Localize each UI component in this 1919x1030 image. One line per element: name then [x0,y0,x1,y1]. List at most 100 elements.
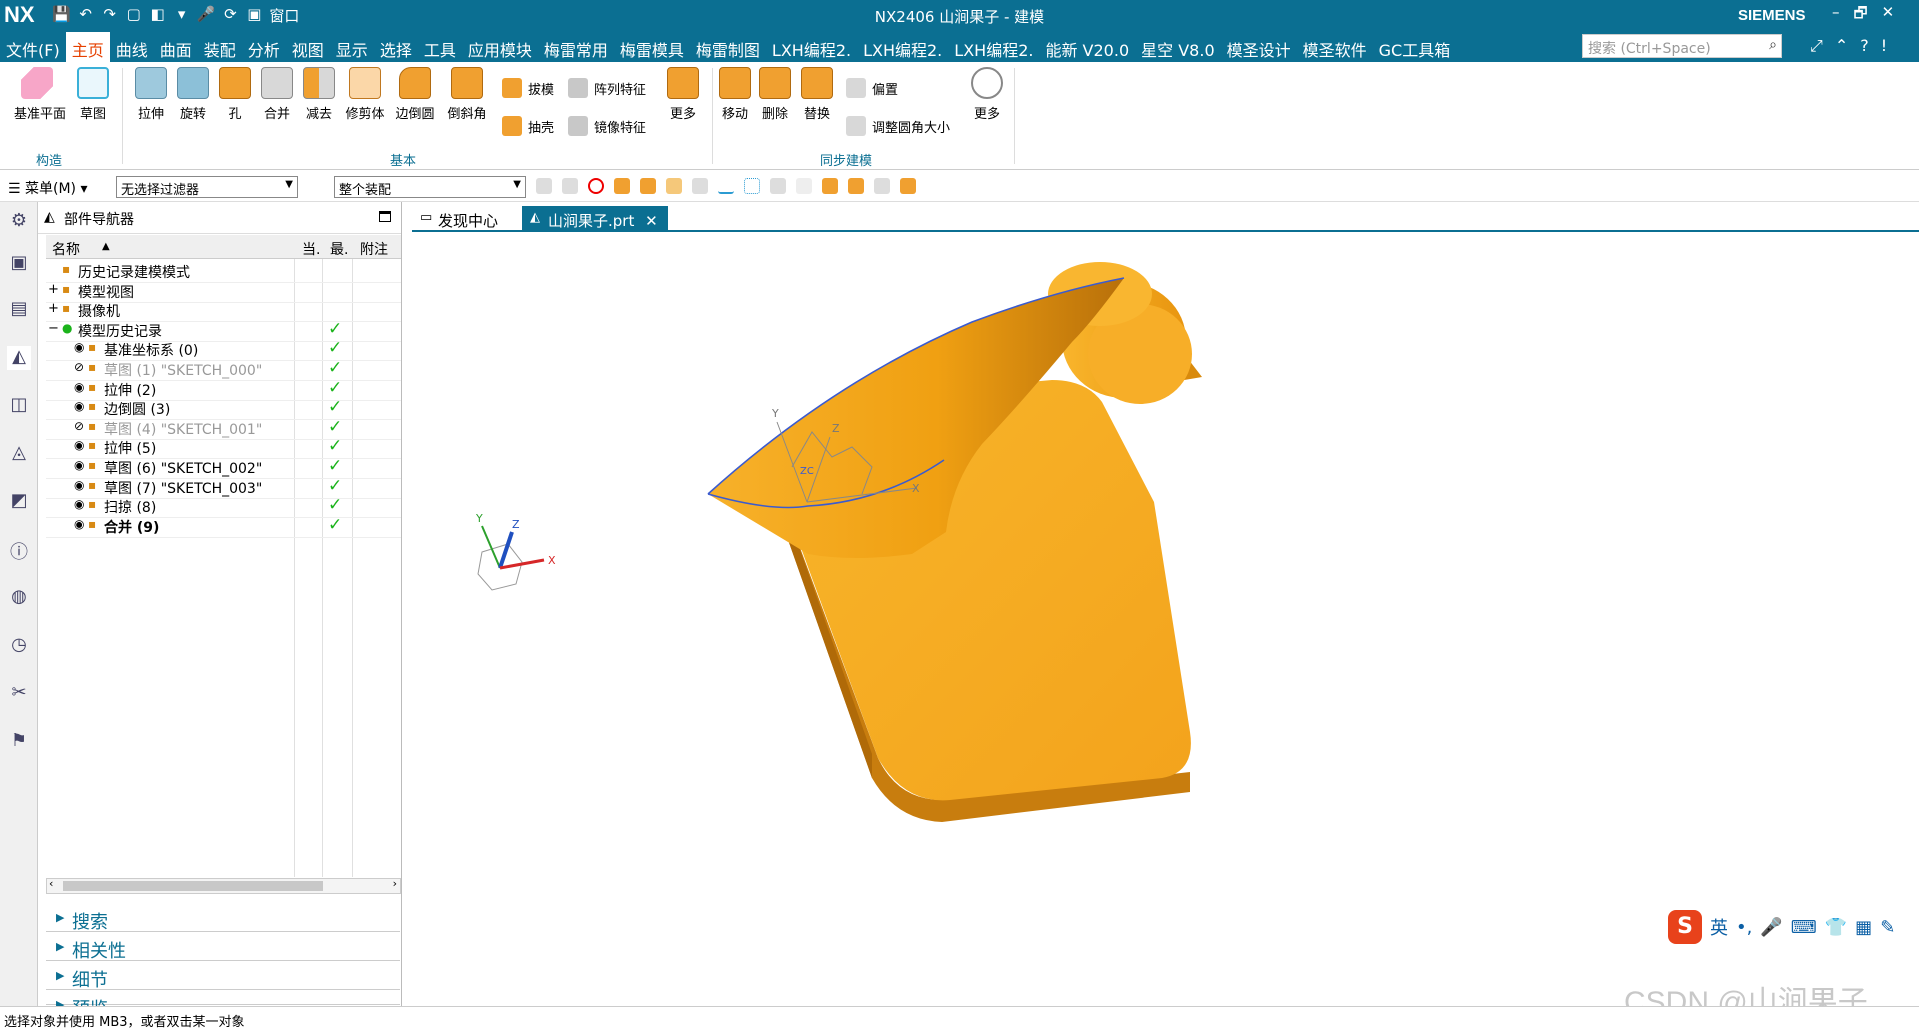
menu-lxh-3[interactable]: LXH编程2. [948,30,1039,62]
sketch-button[interactable]: 草图 [70,62,116,122]
roles-icon[interactable]: ⚑ [7,730,31,754]
datum-plane-button[interactable]: 基准平面 [14,62,66,122]
expand-icon[interactable]: + [48,282,59,297]
menu-home[interactable]: 主页 [65,32,110,62]
offset-face-button[interactable]: 偏置 [846,78,898,98]
menu-surface[interactable]: 曲面 [154,30,198,62]
column-notes[interactable]: 附注 [360,239,388,259]
accordion-details[interactable]: ▶ 细节 [46,962,400,991]
menu-curve[interactable]: 曲线 [110,30,154,62]
subtract-button[interactable]: 减去 [296,62,342,122]
minimize-button[interactable]: – [1832,3,1840,28]
gear-icon[interactable]: ⚙ [7,210,31,234]
point-select-icon[interactable] [744,178,760,194]
assembly-navigator-icon[interactable]: ▣ [7,252,31,276]
sogou-icon[interactable]: S [1668,910,1702,944]
hd3d-icon[interactable]: ◬ [7,442,31,466]
basic-more-button[interactable]: 更多 [660,62,706,122]
navigator-hscrollbar[interactable]: ‹ › [46,877,401,894]
model-view[interactable]: Y Z X ZC Y Z X [412,232,1919,1006]
component-select-icon[interactable] [796,178,812,194]
assembly-icon[interactable] [900,178,916,194]
menu-view[interactable]: 视图 [286,30,330,62]
eye-icon[interactable]: ◉ [74,438,84,452]
accordion-preview[interactable]: ▶预览 [46,991,400,1020]
skin-icon[interactable]: 👕 [1825,917,1847,938]
tab-part-file[interactable]: ◭ 山涧果子.prt ✕ [522,206,668,232]
shell-button[interactable]: 抽壳 [502,116,554,136]
scroll-right-icon[interactable]: › [393,877,397,890]
menu-lxh-1[interactable]: LXH编程2. [766,30,857,62]
trim-body-button[interactable]: 修剪体 [342,62,388,122]
curve-select-icon[interactable] [718,178,734,194]
menu-file[interactable]: 文件(F) [0,30,66,62]
resize-blend-button[interactable]: 调整圆角大小 [846,116,950,136]
scroll-thumb[interactable] [63,881,323,891]
move-select-icon[interactable] [848,178,864,194]
collapse-icon[interactable]: − [48,321,59,336]
history-icon[interactable]: ◷ [7,634,31,658]
feature-select-icon[interactable] [666,178,682,194]
part-navigator-icon[interactable]: ◭ [7,346,31,370]
menu-lxh-2[interactable]: LXH编程2. [857,30,948,62]
constraint-navigator-icon[interactable]: ▤ [7,298,31,322]
chamfer-button[interactable]: 倒斜角 [444,62,490,122]
edge-blend-button[interactable]: 边倒圆 [392,62,438,122]
accordion-dependencies[interactable]: ▶ 相关性 [46,933,400,962]
column-current[interactable]: 当. [302,239,320,259]
eye-icon[interactable]: ◉ [74,517,84,531]
draft-button[interactable]: 拔模 [502,78,554,98]
globe-icon[interactable]: ◍ [7,586,31,610]
menu-analysis[interactable]: 分析 [242,30,286,62]
sync-more-button[interactable]: 更多 [964,62,1010,122]
help-icon[interactable]: ? [1860,36,1869,56]
main-menu-button[interactable]: ☰ 菜单(M) ▾ [8,178,87,198]
select-all-icon[interactable] [536,178,552,194]
menu-meilei-drafting[interactable]: 梅雷制图 [690,30,766,62]
scroll-left-icon[interactable]: ‹ [49,877,53,890]
hidden-eye-icon[interactable]: ⊘ [74,419,84,433]
snap-icon[interactable] [562,178,578,194]
info-icon[interactable]: ⓘ [7,538,31,563]
navigator-row[interactable]: ◉ ▪ 合并 (9) ✓ [46,514,401,538]
sketch-select-icon[interactable] [822,178,838,194]
menu-assembly[interactable]: 装配 [198,30,242,62]
tab-discovery-center[interactable]: ▭ 发现中心 [412,206,508,232]
eye-icon[interactable]: ◉ [74,478,84,492]
face-select-icon[interactable] [640,178,656,194]
maximize-panel-icon[interactable] [379,211,391,222]
hidden-eye-icon[interactable]: ⊘ [74,360,84,374]
menu-applications[interactable]: 应用模块 [462,30,538,62]
no-select-icon[interactable] [588,178,604,194]
collapse-ribbon-icon[interactable]: ⌃ [1835,36,1848,56]
punctuation-icon[interactable]: •, [1736,917,1752,938]
web-browser-icon[interactable]: ◩ [7,490,31,514]
csys-select-icon[interactable] [770,178,786,194]
body-select-icon[interactable] [614,178,630,194]
eye-icon[interactable]: ◉ [74,399,84,413]
fullscreen-icon[interactable]: ⤢ [1810,36,1823,56]
hole-button[interactable]: 孔 [212,62,258,122]
command-search-input[interactable]: 搜索 (Ctrl+Space) ⌕ [1582,34,1782,58]
column-name[interactable]: 名称 [52,239,80,259]
eye-icon[interactable]: ◉ [74,458,84,472]
toolbox-icon[interactable]: ▦ [1855,917,1872,938]
accordion-search[interactable]: ▶ 搜索 [46,904,400,933]
reuse-library-icon[interactable]: ◫ [7,394,31,418]
menu-select[interactable]: 选择 [374,30,418,62]
menu-nengxin[interactable]: 能新 V20.0 [1039,30,1135,62]
mirror-feature-button[interactable]: 镜像特征 [568,116,646,136]
menu-xingkong[interactable]: 星空 V8.0 [1135,30,1220,62]
menu-display[interactable]: 显示 [330,30,374,62]
delete-face-button[interactable]: 删除 [752,62,798,122]
graphics-window[interactable]: Y Z X ZC Y Z X [412,232,1919,1006]
search-icon[interactable]: ⌕ [1769,37,1777,53]
keyboard-icon[interactable]: ⌨ [1791,917,1817,938]
menu-mosheng-design[interactable]: 模圣设计 [1221,30,1297,62]
alert-icon[interactable]: ! [1881,36,1887,56]
extrude-button[interactable]: 拉伸 [128,62,174,122]
view-triad[interactable] [477,525,545,591]
menu-meilei-mold[interactable]: 梅雷模具 [614,30,690,62]
menu-gc-toolbox[interactable]: GC工具箱 [1373,30,1457,62]
eye-icon[interactable]: ◉ [74,497,84,511]
